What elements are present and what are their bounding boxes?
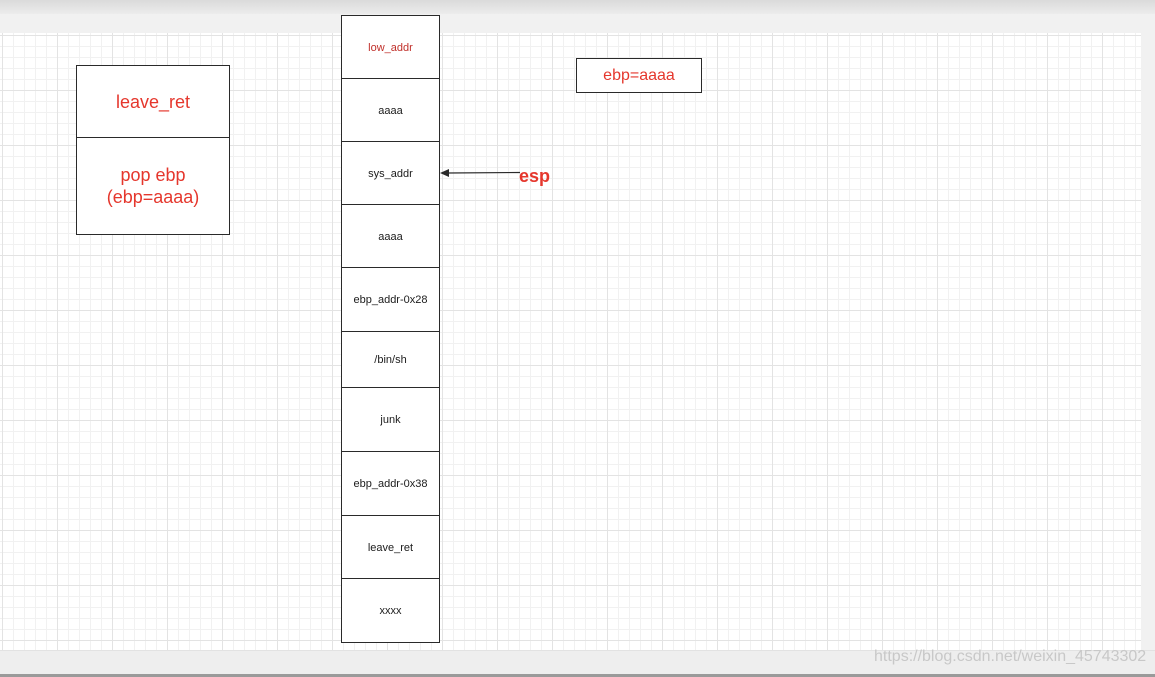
stack-cell-aaaa: aaaa: [341, 78, 440, 143]
watermark-text: https://blog.csdn.net/weixin_45743302: [874, 648, 1147, 665]
stack-cell-label: ebp_addr-0x28: [353, 294, 428, 306]
leave-ret-box: leave_ret: [76, 65, 230, 139]
stack-cell-aaaa-2: aaaa: [341, 204, 440, 269]
stack-cell-label: aaaa: [378, 230, 403, 243]
stack-cell-ebp-addr-0x28: ebp_addr-0x28: [341, 267, 440, 333]
stack-cell-label: leave_ret: [367, 541, 414, 554]
stack-cell-label: ebp_addr-0x38: [353, 478, 428, 490]
stack-cell-junk: junk: [341, 387, 440, 453]
stack-cell-bin-sh: /bin/sh: [341, 331, 440, 389]
stack-cell-leave-ret: leave_ret: [341, 515, 440, 580]
stack-cell-label: aaaa: [378, 104, 403, 117]
esp-arrow-icon: [440, 169, 521, 177]
pop-ebp-box: pop ebp (ebp=aaaa): [76, 137, 230, 235]
stack-cell-label: xxxx: [379, 604, 402, 617]
pop-ebp-line2: (ebp=aaaa): [106, 187, 200, 207]
stack-cell-xxxx: xxxx: [341, 578, 440, 643]
ebp-register-label: ebp=aaaa: [603, 66, 675, 84]
pop-ebp-line1: pop ebp: [120, 165, 186, 185]
stack-cell-ebp-addr-0x38: ebp_addr-0x38: [341, 451, 440, 517]
top-toolbar-strip: [0, 0, 1155, 14]
stack-cell-low-addr: low_addr: [341, 15, 440, 80]
ebp-register-box: ebp=aaaa: [576, 58, 702, 93]
stack-cell-label: low_addr: [368, 41, 413, 54]
stack-cell-sys-addr: sys_addr: [341, 141, 440, 206]
stack-cell-label: /bin/sh: [374, 354, 407, 366]
esp-label: esp: [519, 166, 551, 186]
leave-ret-label: leave_ret: [115, 91, 191, 112]
stack-cell-label: sys_addr: [368, 167, 413, 180]
stack-cell-label: junk: [380, 414, 401, 426]
